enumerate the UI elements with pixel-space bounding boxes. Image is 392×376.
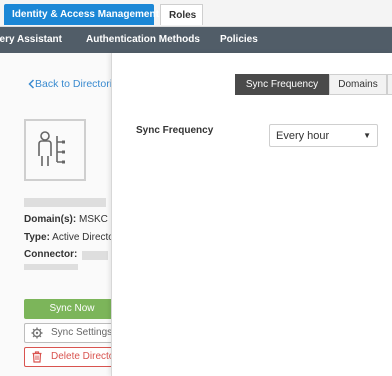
domain-value: MSKC <box>79 214 108 225</box>
connector-value-redacted <box>82 251 108 260</box>
main-navigation: very Assistant Authentication Methods Po… <box>0 27 392 53</box>
connector-info: Connector: <box>24 249 77 260</box>
top-tab-bar: Identity & Access Management Roles <box>0 0 392 27</box>
connector-label: Connector: <box>24 249 78 260</box>
directory-icon-frame <box>24 119 86 181</box>
type-label: Type: <box>24 232 50 243</box>
sync-settings-label: Sync Settings <box>51 327 112 338</box>
tab-identity-access-management[interactable]: Identity & Access Management <box>4 4 159 25</box>
sync-frequency-select[interactable]: Every hour ▼ <box>269 124 378 147</box>
sync-now-button[interactable]: Sync Now <box>24 299 112 319</box>
back-to-directories-link[interactable]: Back to Directories <box>35 78 112 90</box>
delete-directory-label: Delete Directory <box>51 351 112 362</box>
segment-next[interactable] <box>387 74 392 95</box>
tab-roles[interactable]: Roles <box>160 4 203 25</box>
nav-item-discovery-assistant[interactable]: very Assistant <box>0 27 62 53</box>
type-value: Active Directory <box>52 232 112 243</box>
gear-icon <box>31 327 43 339</box>
nav-item-policies[interactable]: Policies <box>220 27 258 53</box>
domain-info: Domain(s): MSKC <box>24 214 108 225</box>
domain-label: Domain(s): <box>24 214 77 225</box>
caret-down-icon: ▼ <box>363 131 371 140</box>
sync-frequency-value: Every hour <box>276 130 330 142</box>
sync-settings-button[interactable]: Sync Settings <box>24 323 112 343</box>
sync-frequency-label: Sync Frequency <box>136 125 214 136</box>
trash-icon <box>32 351 42 363</box>
delete-directory-button[interactable]: Delete Directory <box>24 347 112 367</box>
segment-sync-frequency[interactable]: Sync Frequency <box>235 74 329 95</box>
segment-domains[interactable]: Domains <box>329 74 387 95</box>
directory-details-panel: Back to Directories Domain(s): MSKC Type… <box>0 53 112 376</box>
connector-detail-redacted <box>24 264 78 270</box>
sync-settings-panel: Sync Frequency Domains Sync Frequency Ev… <box>111 53 392 376</box>
nav-item-authentication-methods[interactable]: Authentication Methods <box>86 27 200 53</box>
type-info: Type: Active Directory <box>24 232 112 243</box>
directory-user-icon <box>38 131 65 166</box>
directory-name-redacted <box>24 198 106 207</box>
